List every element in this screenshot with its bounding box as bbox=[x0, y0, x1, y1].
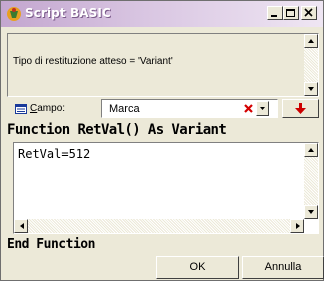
editor-scroll-down-button[interactable] bbox=[304, 205, 318, 219]
close-icon bbox=[304, 8, 313, 17]
function-footer: End Function bbox=[7, 237, 95, 252]
window-title: Script BASIC bbox=[25, 6, 111, 20]
return-type-info-box: Tipo di restituzione atteso = 'Variant' bbox=[7, 33, 319, 97]
script-basic-dialog: Script BASIC Tipo di restituzione atteso… bbox=[0, 0, 324, 281]
maximize-icon bbox=[286, 9, 295, 17]
editor-scroll-right-button[interactable] bbox=[290, 219, 304, 233]
close-button[interactable] bbox=[301, 6, 317, 20]
field-icon bbox=[15, 104, 27, 114]
minimize-button[interactable] bbox=[267, 6, 283, 20]
field-combobox[interactable]: Marca bbox=[101, 99, 278, 118]
app-icon bbox=[7, 7, 21, 21]
field-label: Campo: bbox=[30, 103, 66, 114]
ok-button[interactable]: OK bbox=[156, 256, 239, 279]
scroll-up-icon bbox=[308, 148, 314, 152]
scroll-up-button[interactable] bbox=[304, 34, 318, 48]
editor-scroll-up-button[interactable] bbox=[304, 143, 318, 157]
clear-icon[interactable] bbox=[242, 101, 255, 116]
field-value: Marca bbox=[109, 103, 140, 115]
insert-field-button[interactable] bbox=[282, 99, 319, 118]
function-header: Function RetVal() As Variant bbox=[7, 122, 227, 138]
title-bar[interactable]: Script BASIC bbox=[1, 1, 323, 27]
info-scrollbar[interactable] bbox=[304, 34, 318, 96]
scroll-left-icon bbox=[20, 223, 24, 229]
scroll-up-icon bbox=[308, 39, 314, 43]
scroll-down-button[interactable] bbox=[304, 82, 318, 96]
dropdown-arrow-icon bbox=[260, 107, 265, 110]
insert-down-arrow-icon bbox=[295, 103, 306, 114]
code-text[interactable]: RetVal=512 bbox=[18, 147, 90, 161]
editor-scroll-left-button[interactable] bbox=[14, 219, 28, 233]
maximize-button[interactable] bbox=[283, 6, 299, 20]
cancel-button[interactable]: Annulla bbox=[242, 256, 324, 279]
scroll-down-icon bbox=[308, 210, 314, 214]
return-type-text: Tipo di restituzione atteso = 'Variant' bbox=[13, 56, 173, 67]
code-editor[interactable]: RetVal=512 bbox=[13, 142, 319, 234]
dropdown-button[interactable] bbox=[256, 101, 269, 116]
scroll-down-icon bbox=[308, 87, 314, 91]
minimize-icon bbox=[271, 15, 277, 17]
scroll-right-icon bbox=[296, 223, 300, 229]
editor-vertical-scrollbar[interactable] bbox=[304, 143, 318, 219]
editor-horizontal-scrollbar[interactable] bbox=[14, 219, 304, 233]
